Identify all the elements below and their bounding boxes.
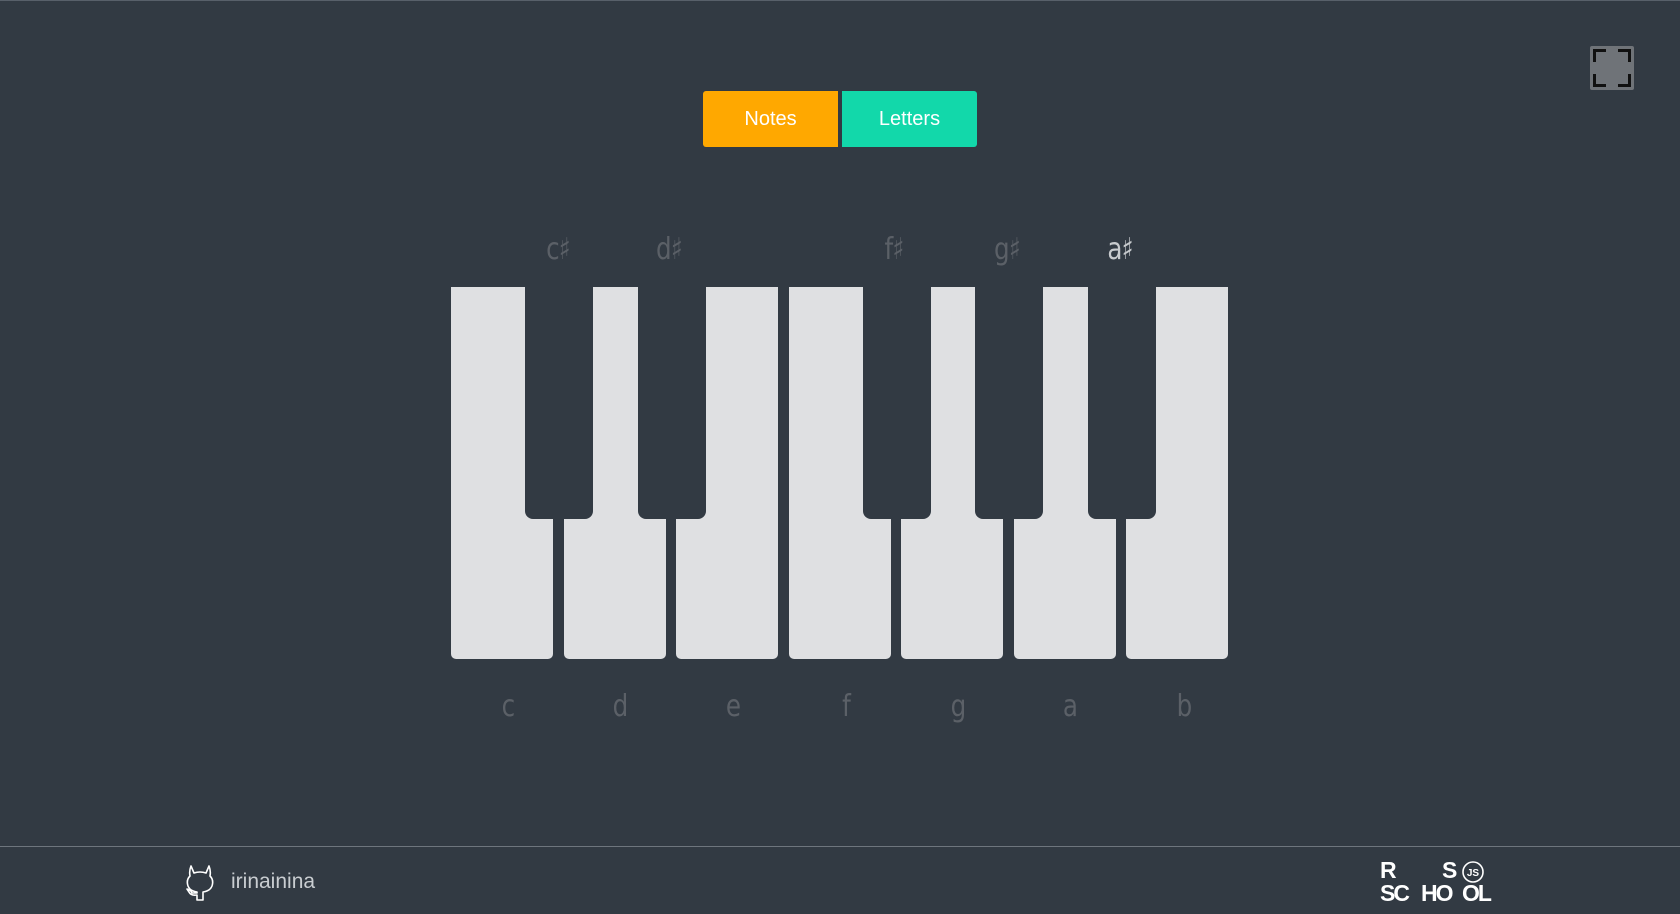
white-key-label-f: f: [842, 689, 851, 724]
black-key-label-cs: c♯: [546, 232, 571, 267]
black-key-label-ds: d♯: [656, 232, 683, 267]
white-key-label-c: c: [501, 689, 516, 724]
footer-divider: [0, 846, 1680, 847]
github-username: irinainina: [231, 870, 316, 893]
black-key-ds[interactable]: [638, 287, 706, 519]
js-badge-text: JS: [1467, 868, 1480, 879]
white-key-label-e: e: [725, 689, 741, 724]
logo-letter: R: [1380, 857, 1397, 883]
logo-letter: SC: [1380, 880, 1410, 906]
piano-keyboard: [451, 287, 1229, 659]
js-badge-icon: JS: [1462, 861, 1484, 883]
black-key-as[interactable]: [1088, 287, 1156, 519]
github-icon: [186, 865, 214, 901]
piano-app: Notes Letters c♯ d♯ f♯ g♯ a♯ c d e f g a…: [0, 0, 1680, 914]
fullscreen-icon-corner: [1618, 49, 1631, 62]
logo-letter: OL: [1462, 880, 1492, 906]
black-key-label-as: a♯: [1107, 232, 1133, 267]
fullscreen-icon-corner: [1618, 74, 1631, 87]
letters-button[interactable]: Letters: [842, 91, 977, 147]
fullscreen-icon-corner: [1593, 74, 1606, 87]
notes-button[interactable]: Notes: [703, 91, 838, 147]
black-key-label-fs: f♯: [884, 232, 905, 267]
black-key-label-gs: g♯: [994, 232, 1021, 267]
white-key-label-a: a: [1062, 689, 1078, 724]
fullscreen-button[interactable]: [1590, 46, 1634, 90]
top-border: [0, 0, 1680, 1]
mode-toggle: Notes Letters: [703, 91, 977, 147]
white-key-label-b: b: [1176, 689, 1193, 724]
logo-letter: S: [1442, 857, 1457, 883]
black-key-cs[interactable]: [525, 287, 593, 519]
white-key-label-g: g: [950, 689, 967, 724]
white-key-label-d: d: [612, 689, 629, 724]
fullscreen-icon: [1593, 49, 1606, 62]
black-key-fs[interactable]: [863, 287, 931, 519]
github-link[interactable]: irinainina: [183, 862, 315, 902]
black-key-gs[interactable]: [975, 287, 1043, 519]
logo-letter: HO: [1421, 880, 1453, 906]
rs-school-logo[interactable]: R S SC HO OL JS: [1380, 859, 1502, 907]
